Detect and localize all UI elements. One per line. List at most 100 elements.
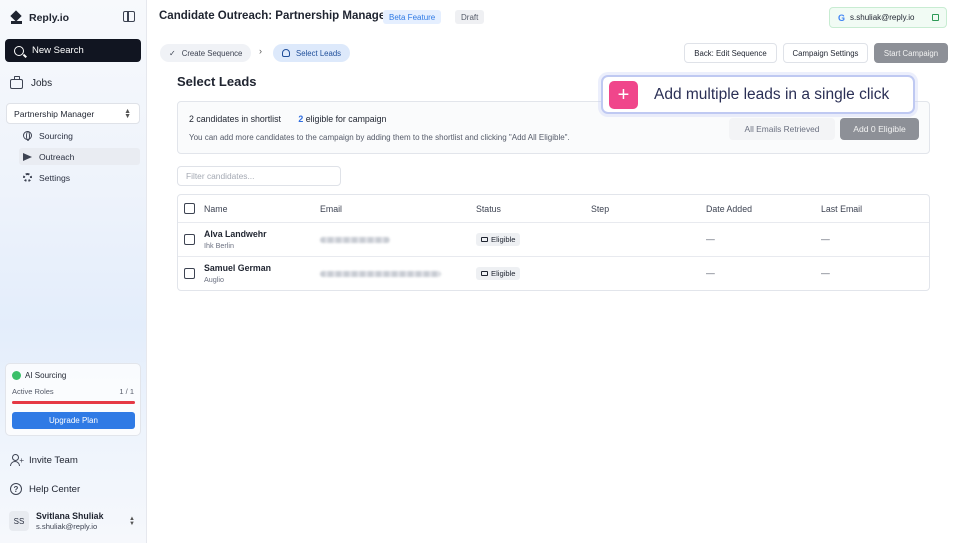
ai-sourcing-title: AI Sourcing <box>12 371 66 380</box>
ai-sourcing-card: AI Sourcing Active Roles 1 / 1 Upgrade P… <box>5 363 141 436</box>
status-label: Eligible <box>491 235 516 244</box>
date-added-value: — <box>706 268 715 278</box>
shortlist-description: You can add more candidates to the campa… <box>189 133 570 142</box>
candidate-company: Ihk Berlin <box>204 241 234 250</box>
date-added-value: — <box>706 234 715 244</box>
invite-team-label: Invite Team <box>29 454 78 466</box>
eligible-count: 2 <box>298 114 304 124</box>
mail-icon <box>481 271 488 276</box>
jobs-label: Jobs <box>31 78 53 89</box>
reply-logo-icon <box>10 12 23 25</box>
column-header-email: Email <box>320 204 342 214</box>
shortlist-count: 2 candidates in shortlist <box>189 114 281 124</box>
invite-team-link[interactable]: Invite Team <box>10 454 78 466</box>
row-divider <box>178 256 929 257</box>
column-header-status: Status <box>476 204 501 214</box>
help-center-label: Help Center <box>29 483 81 495</box>
sidebar: Reply.io New Search Jobs Partnership Man… <box>0 0 147 543</box>
active-roles-progress <box>12 401 135 404</box>
user-icon <box>282 49 290 57</box>
last-email-value: — <box>821 234 830 244</box>
column-header-date-added: Date Added <box>706 204 752 214</box>
gear-icon <box>23 173 32 182</box>
draft-badge: Draft <box>455 10 485 24</box>
upgrade-plan-button[interactable]: Upgrade Plan <box>12 412 135 429</box>
step-label: Create Sequence <box>181 48 243 58</box>
sidebar-item-label: Sourcing <box>39 130 73 141</box>
user-email: s.shuliak@reply.io <box>36 522 98 531</box>
candidate-name[interactable]: Alva Landwehr <box>204 229 267 239</box>
user-name: Svitlana Shuliak <box>36 511 104 521</box>
status-badge: Eligible <box>476 267 521 280</box>
help-icon: ? <box>10 483 22 495</box>
sidebar-item-settings[interactable]: Settings <box>19 169 140 186</box>
send-icon <box>23 152 32 161</box>
briefcase-icon <box>10 75 23 89</box>
external-link-icon <box>932 14 939 21</box>
account-email: s.shuliak@reply.io <box>850 13 915 22</box>
globe-icon <box>23 131 32 141</box>
ai-sourcing-label: AI Sourcing <box>25 371 67 380</box>
row-checkbox[interactable] <box>184 268 195 279</box>
check-icon: ✓ <box>169 48 176 58</box>
step-label: Select Leads <box>296 48 342 58</box>
page-title: Candidate Outreach: Partnership Manager <box>159 10 390 22</box>
select-all-checkbox[interactable] <box>184 203 195 214</box>
new-search-button[interactable]: New Search <box>5 39 141 62</box>
start-campaign-button[interactable]: Start Campaign <box>874 43 948 63</box>
shortlist-summary: 2 candidates in shortlist 2 eligible for… <box>189 114 386 124</box>
section-title: Select Leads <box>177 74 257 89</box>
search-icon <box>14 45 24 56</box>
redacted-email <box>320 271 441 277</box>
status-label: Eligible <box>491 269 516 278</box>
brand[interactable]: Reply.io <box>10 10 69 26</box>
candidate-name[interactable]: Samuel German <box>204 263 271 273</box>
column-header-last-email: Last Email <box>821 204 863 214</box>
chevron-right-icon: › <box>259 46 262 56</box>
active-roles-count: 1 / 1 <box>119 387 134 396</box>
candidate-company: Auglio <box>204 275 224 284</box>
brand-name: Reply.io <box>29 12 70 24</box>
chevron-updown-icon: ▲ ▼ <box>124 108 131 120</box>
step-create-sequence[interactable]: ✓ Create Sequence <box>160 44 252 62</box>
filter-candidates-input[interactable] <box>177 166 341 186</box>
sidebar-item-label: Outreach <box>39 151 75 162</box>
google-icon: G <box>838 12 846 23</box>
chevron-updown-icon[interactable]: ▲ ▼ <box>129 516 135 527</box>
beta-badge: Beta Feature <box>383 10 442 24</box>
add-eligible-button[interactable]: Add 0 Eligible <box>840 118 919 140</box>
active-roles-progress-fill <box>12 401 135 404</box>
row-divider <box>178 222 929 223</box>
user-menu[interactable]: SS Svitlana Shuliak s.shuliak@reply.io <box>9 511 103 531</box>
job-selector-value: Partnership Manager <box>14 108 95 119</box>
column-header-step: Step <box>591 204 610 214</box>
callout-text: Add multiple leads in a single click <box>654 85 890 103</box>
sidebar-item-label: Settings <box>39 172 71 183</box>
ai-globe-icon <box>12 371 21 380</box>
job-selector[interactable]: Partnership Manager ▲ ▼ <box>6 103 140 124</box>
campaign-settings-button[interactable]: Campaign Settings <box>783 43 868 63</box>
mail-icon <box>481 237 488 242</box>
row-checkbox[interactable] <box>184 234 195 245</box>
step-select-leads[interactable]: Select Leads <box>273 44 351 62</box>
sidebar-item-jobs[interactable]: Jobs <box>10 75 53 89</box>
help-center-link[interactable]: ? Help Center <box>10 483 80 495</box>
sidebar-item-sourcing[interactable]: Sourcing <box>19 127 140 144</box>
all-emails-retrieved-button[interactable]: All Emails Retrieved <box>729 118 835 140</box>
active-roles-label: Active Roles <box>12 387 54 396</box>
sidebar-item-outreach[interactable]: Outreach <box>19 148 140 165</box>
new-search-label: New Search <box>32 45 84 56</box>
avatar: SS <box>9 511 29 531</box>
last-email-value: — <box>821 268 830 278</box>
connected-account[interactable]: G s.shuliak@reply.io <box>829 7 947 28</box>
sidebar-collapse-icon[interactable] <box>123 11 135 22</box>
candidates-table: Name Email Status Step Date Added Last E… <box>177 194 930 291</box>
eligible-label: eligible for campaign <box>305 114 387 124</box>
status-badge: Eligible <box>476 233 521 246</box>
column-header-name: Name <box>204 204 228 214</box>
plus-icon: + <box>609 80 638 109</box>
feature-callout: + Add multiple leads in a single click <box>601 75 915 114</box>
back-edit-sequence-button[interactable]: Back: Edit Sequence <box>684 43 777 63</box>
person-add-icon <box>10 454 24 466</box>
redacted-email <box>320 237 390 243</box>
